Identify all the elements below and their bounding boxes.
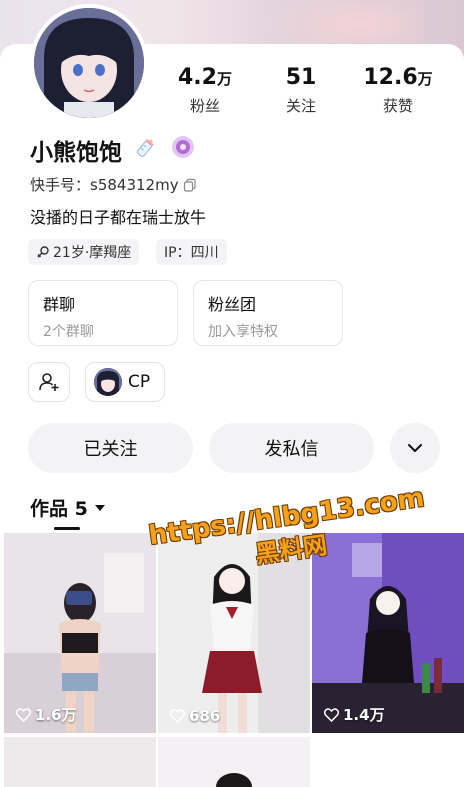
stat-fans-value: 4.2万 — [178, 65, 232, 90]
baby-bottle-icon — [136, 139, 154, 157]
caret-down-icon — [94, 504, 105, 511]
work-item[interactable] — [4, 737, 156, 787]
group-chat-title: 群聊 — [43, 295, 76, 314]
tab-works-label: 作品 5 — [30, 498, 88, 520]
work-item[interactable]: 1.4万 — [312, 533, 464, 733]
gender-icon — [37, 246, 49, 258]
work-likes: 686 — [170, 707, 220, 725]
age-tag-label: 21岁·摩羯座 — [53, 245, 132, 261]
tab-works[interactable]: 作品 5 — [30, 494, 106, 521]
group-chat-card[interactable]: 群聊 2个群聊 — [28, 280, 178, 346]
cp-button[interactable]: CP — [85, 362, 165, 402]
work-thumbnail — [4, 737, 156, 787]
stat-likes-value: 12.6万 — [363, 65, 433, 90]
group-chat-subtitle: 2个群聊 — [43, 324, 94, 340]
fan-club-title: 粉丝团 — [208, 295, 257, 314]
stat-fans[interactable]: 4.2万 粉丝 — [160, 64, 250, 116]
profile-name: 小熊饱饱 — [30, 140, 122, 166]
kuaishou-id-text: 快手号：s584312my — [30, 176, 179, 194]
work-thumbnail — [4, 533, 156, 733]
stat-fans-label: 粉丝 — [189, 97, 220, 115]
work-likes-count: 686 — [189, 707, 221, 725]
followed-button[interactable]: 已关注 — [28, 423, 193, 473]
stat-following-label: 关注 — [285, 97, 316, 115]
add-friend-button[interactable] — [28, 362, 70, 402]
tab-works-indicator — [54, 527, 80, 530]
ip-tag-label: IP：四川 — [164, 245, 219, 261]
add-user-icon — [39, 373, 59, 391]
heart-icon — [324, 707, 339, 722]
heart-icon — [170, 709, 185, 723]
verified-badge-icon[interactable] — [170, 134, 196, 160]
more-options-button[interactable] — [390, 423, 440, 473]
stat-likes[interactable]: 12.6万 获赞 — [353, 64, 443, 116]
work-thumbnail — [158, 737, 310, 787]
stat-likes-label: 获赞 — [382, 97, 413, 115]
heart-icon — [16, 707, 31, 722]
work-thumbnail — [312, 533, 464, 733]
ip-tag: IP：四川 — [156, 239, 227, 265]
cp-label: CP — [128, 372, 151, 392]
work-likes-count: 1.4万 — [343, 706, 385, 724]
stat-following-value: 51 — [285, 65, 317, 90]
kuaishou-id[interactable]: 快手号：s584312my — [30, 174, 197, 195]
fan-club-card[interactable]: 粉丝团 加入享特权 — [193, 280, 343, 346]
work-likes: 1.6万 — [16, 704, 77, 725]
cp-avatar — [94, 368, 122, 396]
avatar[interactable] — [30, 4, 148, 122]
work-item[interactable] — [158, 737, 310, 787]
work-item[interactable]: 1.6万 — [4, 533, 156, 733]
work-likes: 1.4万 — [324, 704, 385, 725]
stat-following[interactable]: 51 关注 — [256, 64, 346, 116]
profile-bio: 没播的日子都在瑞士放牛 — [30, 208, 207, 227]
fan-club-subtitle: 加入享特权 — [208, 324, 278, 340]
age-tag: 21岁·摩羯座 — [28, 239, 140, 265]
work-likes-count: 1.6万 — [35, 706, 77, 724]
copy-icon[interactable] — [183, 178, 197, 192]
chevron-down-icon — [408, 444, 422, 452]
send-message-button[interactable]: 发私信 — [209, 423, 374, 473]
